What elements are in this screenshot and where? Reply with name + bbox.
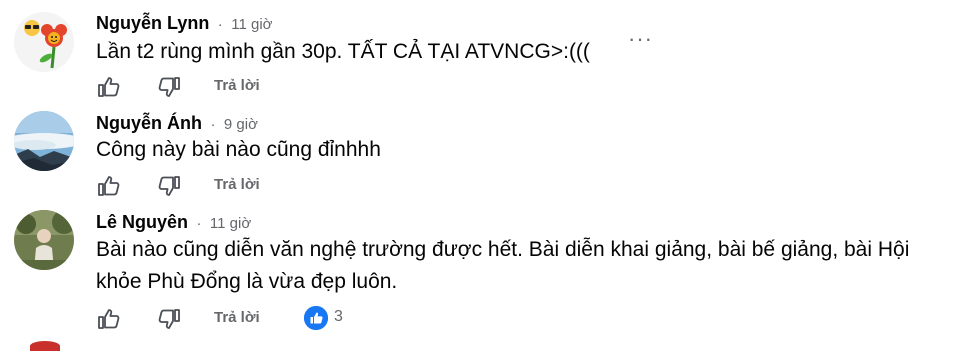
timestamp[interactable]: 9 giờ <box>224 116 258 133</box>
comment-header: Lê Nguyên · 11 giờ <box>96 212 251 233</box>
landscape-sea-of-clouds-avatar-icon <box>14 111 74 171</box>
avatar[interactable] <box>14 12 74 72</box>
like-icon[interactable] <box>96 173 122 199</box>
reply-button[interactable]: Trả lời <box>214 309 260 326</box>
like-reaction-icon[interactable] <box>304 306 328 330</box>
avatar[interactable] <box>14 210 74 270</box>
dislike-icon[interactable] <box>156 74 182 100</box>
comment-header: Nguyễn Ánh · 9 giờ <box>96 113 258 134</box>
avatar[interactable] <box>14 111 74 171</box>
timestamp[interactable]: 11 giờ <box>210 215 251 232</box>
comment-text: Công này bài nào cũng đỉnhhh <box>96 138 381 161</box>
reply-button[interactable]: Trả lời <box>214 77 260 94</box>
reaction-count[interactable]: 3 <box>334 308 343 326</box>
separator: · <box>210 116 216 133</box>
reply-button[interactable]: Trả lời <box>214 176 260 193</box>
like-icon[interactable] <box>96 74 122 100</box>
next-comment-avatar-partial <box>30 341 60 351</box>
separator: · <box>217 16 223 33</box>
author-name[interactable]: Lê Nguyên <box>96 212 188 232</box>
comment-header: Nguyễn Lynn · 11 giờ <box>96 13 273 34</box>
author-name[interactable]: Nguyễn Ánh <box>96 113 202 133</box>
person-outdoor-avatar-icon <box>14 210 74 270</box>
dislike-icon[interactable] <box>156 306 182 332</box>
timestamp[interactable]: 11 giờ <box>231 16 272 33</box>
flower-emoji-avatar-icon <box>14 12 74 72</box>
more-options-button[interactable]: ··· <box>628 26 653 52</box>
comment-text: Lần t2 rùng mình gần 30p. TẤT CẢ TẠI ATV… <box>96 40 590 63</box>
comment-text: Bài nào cũng diễn văn nghệ trường được h… <box>96 238 910 293</box>
like-icon[interactable] <box>96 306 122 332</box>
author-name[interactable]: Nguyễn Lynn <box>96 13 209 33</box>
dislike-icon[interactable] <box>156 173 182 199</box>
separator: · <box>196 215 202 232</box>
